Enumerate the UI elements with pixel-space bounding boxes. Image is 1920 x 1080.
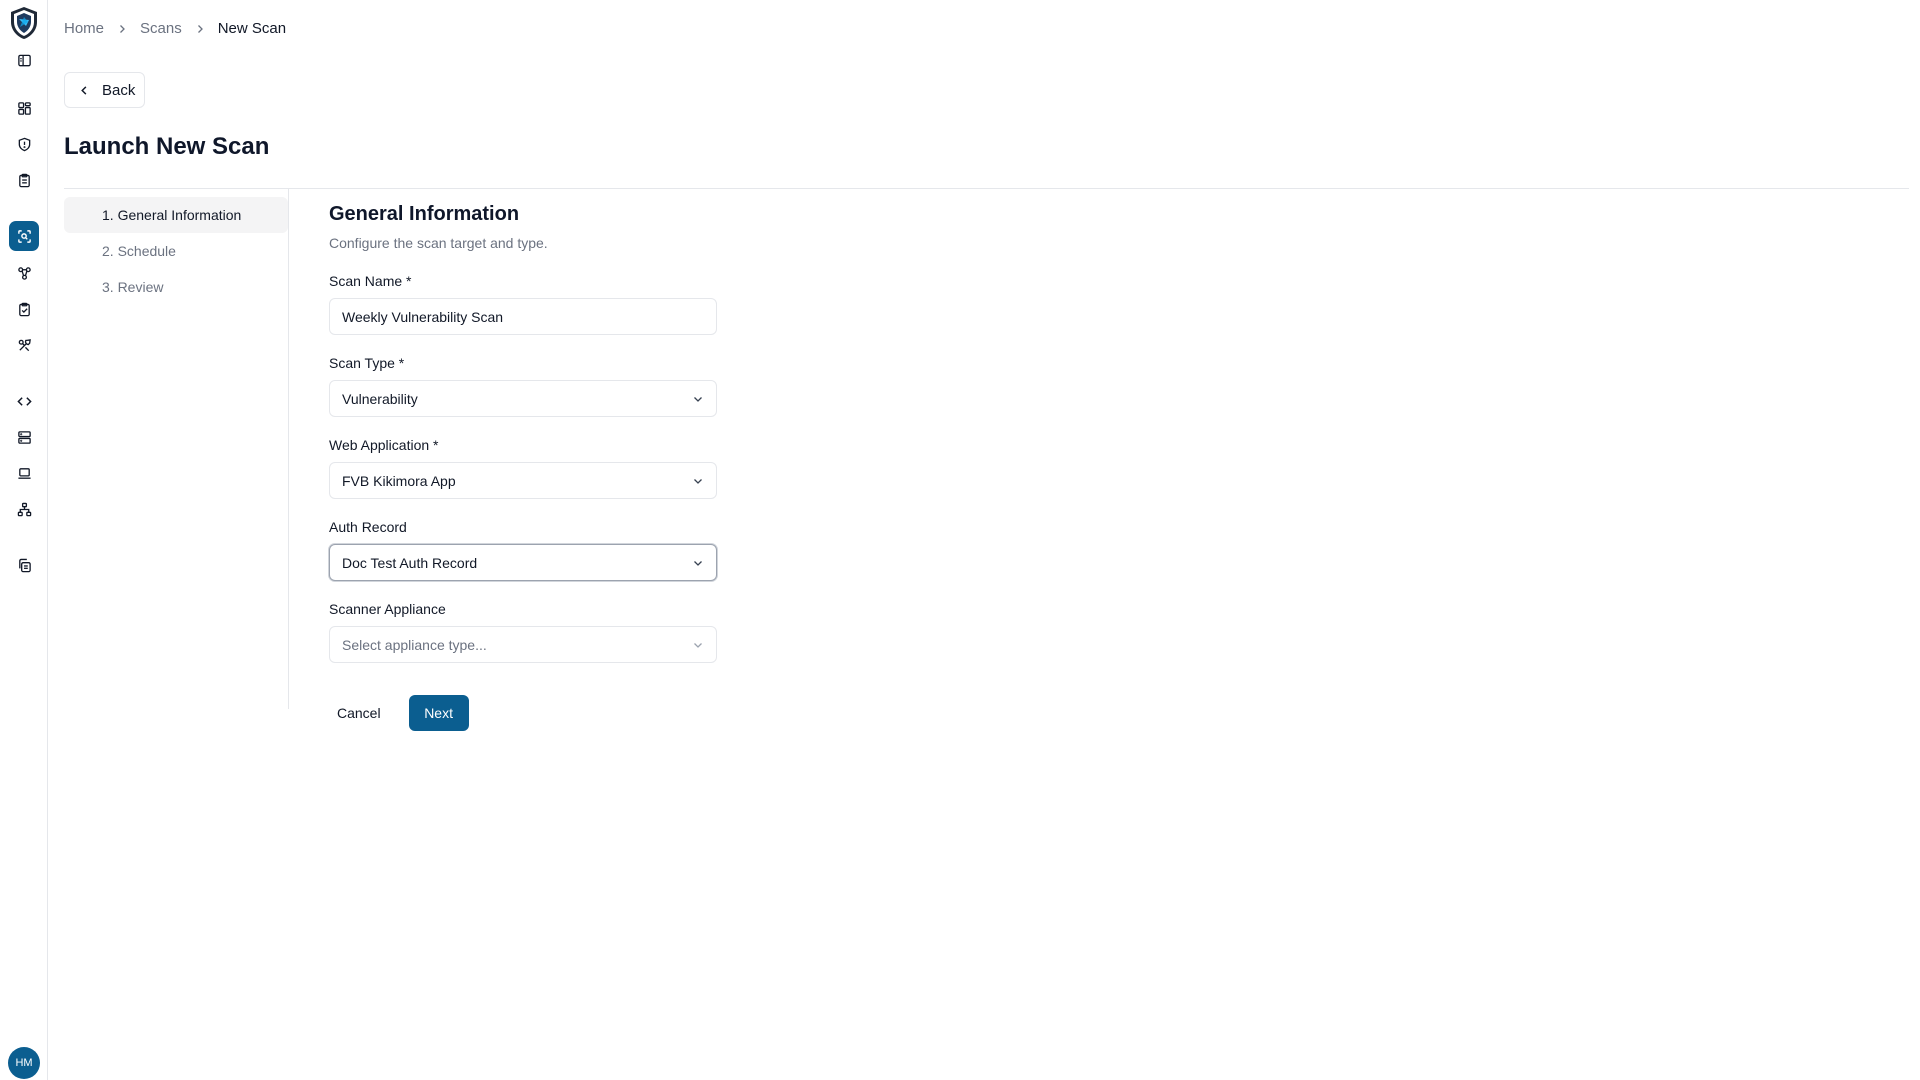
chevron-right-icon [195,24,205,34]
chevron-left-icon [81,85,87,95]
web-application-value: FVB Kikimora App [342,472,456,489]
chevron-down-icon [694,560,702,566]
next-button[interactable]: Next [408,695,469,731]
step-schedule[interactable]: 2. Schedule [64,233,288,269]
shield-icon[interactable] [9,129,39,159]
user-avatar[interactable]: HM [8,1047,40,1079]
copy-icon[interactable] [9,550,39,580]
step-review[interactable]: 3. Review [64,269,288,305]
scanner-appliance-label: Scanner Appliance [329,601,446,617]
laptop-icon[interactable] [9,458,39,488]
chevron-down-icon [694,396,702,402]
step-general-information[interactable]: 1. General Information [64,197,288,233]
auth-record-select[interactable]: Doc Test Auth Record [329,544,717,581]
section-description: Configure the scan target and type. [329,235,548,251]
form-actions: Cancel Next [329,695,717,731]
scan-name-label: Scan Name * [329,273,412,289]
scanner-appliance-select[interactable]: Select appliance type... [329,626,717,663]
clipboard-icon[interactable] [9,165,39,195]
step-label: 2. Schedule [102,243,176,259]
panel-toggle-icon[interactable] [9,45,39,75]
auth-record-label: Auth Record [329,519,407,535]
scanner-appliance-placeholder: Select appliance type... [342,636,487,653]
network-icon[interactable] [9,258,39,288]
tools-icon[interactable] [9,330,39,360]
icon-sidebar: HM [0,0,48,1080]
breadcrumb: Home Scans New Scan [64,20,286,37]
breadcrumb-home[interactable]: Home [64,20,104,37]
auth-record-value: Doc Test Auth Record [342,554,478,571]
steps-divider [288,189,289,709]
scan-type-label: Scan Type * [329,355,405,371]
chevron-right-icon [117,24,127,34]
wizard-steps: 1. General Information 2. Schedule 3. Re… [64,197,288,305]
auth-record-field: Auth Record Doc Test Auth Record [329,519,717,581]
server-icon[interactable] [9,422,39,452]
header-divider [64,188,1909,189]
chevron-down-icon [694,642,702,648]
breadcrumb-scans[interactable]: Scans [140,20,182,37]
chevron-down-icon [694,478,702,484]
general-information-form: General Information Configure the scan t… [329,203,717,731]
cancel-button[interactable]: Cancel [329,695,389,731]
scan-icon[interactable] [9,221,39,251]
scan-type-select[interactable]: Vulnerability [329,380,717,417]
shield-logo-icon[interactable] [8,6,40,40]
avatar-initials: HM [15,1057,33,1069]
hierarchy-icon[interactable] [9,494,39,524]
page-title: Launch New Scan [64,133,270,160]
section-title: General Information [329,203,520,225]
scanner-appliance-field: Scanner Appliance Select appliance type.… [329,601,717,663]
code-icon[interactable] [9,386,39,416]
web-application-field: Web Application * FVB Kikimora App [329,437,717,499]
back-button[interactable]: Back [64,72,145,108]
step-label: 1. General Information [102,207,242,223]
step-label: 3. Review [102,279,164,295]
scan-type-value: Vulnerability [342,390,418,407]
clipboard-check-icon[interactable] [9,294,39,324]
scan-name-field: Scan Name * [329,273,717,335]
dashboard-icon[interactable] [9,93,39,123]
web-application-label: Web Application * [329,437,439,453]
back-label: Back [102,81,136,99]
web-application-select[interactable]: FVB Kikimora App [329,462,717,499]
scan-type-field: Scan Type * Vulnerability [329,355,717,417]
scan-name-input[interactable] [329,298,717,335]
breadcrumb-current: New Scan [217,20,287,37]
